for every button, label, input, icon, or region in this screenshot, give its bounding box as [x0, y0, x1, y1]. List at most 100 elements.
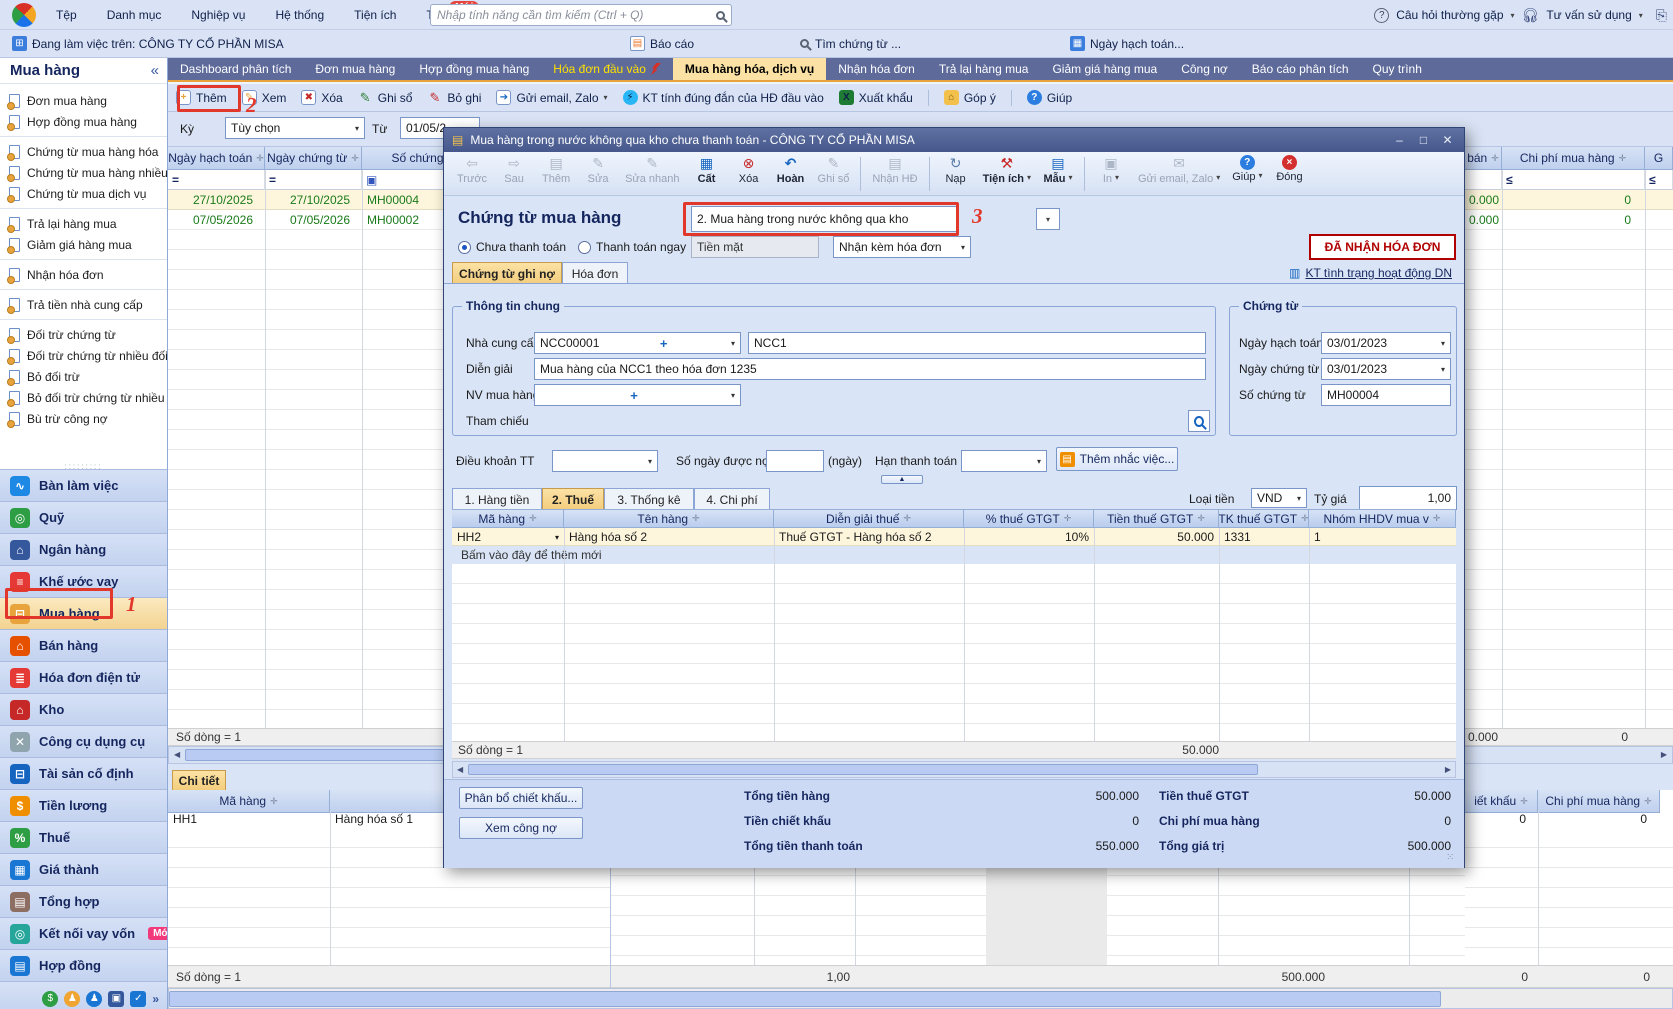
radio-chua-thanh-toan[interactable]: Chưa thanh toán [458, 240, 566, 254]
sidebar-item-hop-dong-mua-hang[interactable]: Hợp đồng mua hàng [0, 111, 167, 132]
view-debt-button[interactable]: Xem công nợ [459, 817, 583, 839]
calendar-check-icon[interactable]: ✓ [130, 991, 146, 1007]
chevron-down-icon[interactable]: ▾ [1216, 173, 1220, 185]
tab-hoa-don[interactable]: Hóa đơn [562, 262, 628, 284]
col-header-tk-thue[interactable]: TK thuế GTGT✛ [1219, 509, 1309, 528]
currency-select[interactable]: VND▾ [1251, 488, 1307, 508]
next-button[interactable]: ⇨Sau [494, 155, 534, 185]
tab-hoa-don-dau-vao[interactable]: Hóa đơn đầu vào [541, 58, 673, 80]
module-khe-uoc-vay[interactable]: ≡Khế ước vay [0, 565, 167, 597]
checkbox-filter-icon[interactable]: ▣ [366, 173, 377, 187]
add-row-hint[interactable]: Bấm vào đây để thêm mới [456, 546, 856, 564]
maximize-icon[interactable]: □ [1415, 133, 1432, 147]
module-ngan-hang[interactable]: ⌂Ngân hàng [0, 533, 167, 565]
module-kho[interactable]: ⌂Kho [0, 693, 167, 725]
delete-button[interactable]: ⊗Xóa [729, 155, 769, 185]
menu-file[interactable]: Tệp [56, 8, 77, 22]
dialog-scrollbar[interactable]: ◀ ▶ [452, 761, 1456, 778]
radio-thanh-toan-ngay[interactable]: Thanh toán ngay [578, 240, 686, 254]
col-header-tien-thue[interactable]: Tiền thuế GTGT✛ [1094, 509, 1219, 528]
help-button[interactable]: ?Giúp [1027, 90, 1072, 105]
credit-term-select[interactable]: ▾ [552, 450, 658, 472]
template-button[interactable]: ▤Mẫu▾ [1038, 155, 1078, 185]
pin-icon[interactable]: ✛ [1301, 513, 1309, 524]
chevron-down-icon[interactable]: ▾ [555, 533, 559, 542]
cell-tien-thue[interactable]: 50.000 [1094, 528, 1219, 546]
table-row[interactable]: 0.000 0 [1465, 210, 1673, 230]
send-email-button[interactable]: ✉Gửi email, Zalo▾ [1133, 155, 1225, 185]
posting-date-input[interactable]: 03/01/2023▾ [1321, 332, 1451, 354]
module-gia-thanh[interactable]: ▦Giá thành [0, 853, 167, 885]
tab-quy-trinh[interactable]: Quy trình [1361, 58, 1434, 80]
sidebar-item-chung-tu-mua-hang-hoa[interactable]: Chứng từ mua hàng hóa [0, 141, 167, 162]
module-mua-hang[interactable]: ⊟Mua hàng [0, 597, 167, 629]
supplier-name-input[interactable]: NCC1 [748, 332, 1206, 354]
undo-button[interactable]: ↶Hoàn [771, 155, 811, 185]
module-ban-hang[interactable]: ⌂Bán hàng [0, 629, 167, 661]
module-thue[interactable]: %Thuế [0, 821, 167, 853]
chevron-down-icon[interactable]: ▾ [604, 93, 608, 102]
tab-bao-cao-phan-tich[interactable]: Báo cáo phân tích [1240, 58, 1361, 80]
module-tai-san-co-dinh[interactable]: ⊟Tài sản cố định [0, 757, 167, 789]
col-header-ma-hang[interactable]: Mã hàng✛ [452, 509, 564, 528]
add-button[interactable]: ▤Thêm [536, 155, 576, 185]
tab-thue[interactable]: 2. Thuế [542, 488, 604, 510]
chevron-down-icon[interactable]: ▾ [1258, 171, 1262, 183]
col-header-purchase-cost[interactable]: Chi phí mua hàng✛ [1502, 147, 1645, 170]
chevron-down-icon[interactable]: ▾ [1027, 173, 1031, 185]
sidebar-item-doi-tru-chung-tu[interactable]: Đối trừ chứng từ [0, 324, 167, 345]
pin-icon[interactable]: ✛ [1644, 796, 1652, 807]
report-button[interactable]: ▤ Báo cáo [630, 36, 694, 51]
chevron-down-icon[interactable]: ▾ [1438, 339, 1445, 348]
pin-icon[interactable]: ✛ [692, 513, 700, 524]
tab-dashboard[interactable]: Dashboard phân tích [168, 58, 303, 80]
col-header-g[interactable]: G [1645, 147, 1673, 170]
reload-button[interactable]: ↻Nạp [936, 155, 976, 185]
scrollbar-thumb[interactable] [468, 764, 1258, 775]
utilities-button[interactable]: ⚒︎Tiện ích▾ [978, 155, 1036, 185]
filter-sell[interactable] [1465, 170, 1502, 190]
kt-status-link[interactable]: ▥KT tình trạng hoạt động DN [1289, 266, 1452, 280]
money-bag-icon[interactable]: $ [42, 991, 58, 1007]
posting-date-button[interactable]: ▦ Ngày hạch toán... [1070, 36, 1184, 51]
module-tien-luong[interactable]: $Tiền lương [0, 789, 167, 821]
check-invoice-button[interactable]: ⚡︎KT tính đúng đắn của HĐ đầu vào [623, 90, 824, 105]
col-header-nhom-hhdv[interactable]: Nhóm HHDV mua v✛ [1309, 509, 1456, 528]
scroll-left-icon[interactable]: ◀ [174, 750, 180, 759]
table-row[interactable]: 27/10/2025 27/10/2025 MH00004 [168, 190, 474, 210]
menu-system[interactable]: Hệ thống [275, 8, 324, 22]
module-hop-dong[interactable]: ▤Hợp đồng [0, 949, 167, 981]
module-hoa-don-dien-tu[interactable]: ≣Hóa đơn điện tử [0, 661, 167, 693]
col-header-doc-date[interactable]: Ngày chứng từ✛ [265, 147, 362, 170]
module-quy[interactable]: ◎Quỹ [0, 501, 167, 533]
pin-icon[interactable]: ✛ [270, 796, 278, 807]
cell-nhom-hhdv[interactable]: 1 [1309, 528, 1456, 546]
tab-hop-dong-mua-hang[interactable]: Hợp đồng mua hàng [407, 58, 541, 80]
post-button[interactable]: ✎Ghi sổ [813, 155, 855, 185]
receive-invoice-button[interactable]: ▤Nhận HĐ [867, 155, 922, 185]
add-reminder-button[interactable]: ▤Thêm nhắc việc... [1056, 447, 1178, 471]
pin-icon[interactable]: ✛ [351, 153, 359, 164]
description-input[interactable]: Mua hàng của NCC1 theo hóa đơn 1235 [534, 358, 1206, 380]
close-dialog-button[interactable]: ×Đóng [1269, 155, 1309, 183]
chevron-down-icon[interactable]: ▾ [728, 391, 735, 400]
scrollbar-thumb[interactable] [169, 991, 1441, 1007]
filter-posting-date[interactable]: = [168, 170, 265, 190]
post-button[interactable]: ✎Ghi sổ [358, 90, 413, 105]
sidebar-item-tra-lai-hang-mua[interactable]: Trả lại hàng mua [0, 213, 167, 234]
help-button[interactable]: ?Giúp▾ [1227, 155, 1267, 183]
tab-chi-tiet[interactable]: Chi tiết [172, 770, 226, 790]
rate-input[interactable]: 1,00 [1359, 486, 1457, 510]
col-header-posting-date[interactable]: Ngày hạch toán✛ [168, 147, 265, 170]
sidebar-item-chung-tu-mua-hang-nhieu[interactable]: Chứng từ mua hàng nhiều h... [0, 162, 167, 183]
search-icon[interactable] [716, 11, 725, 20]
faq-menu[interactable]: Câu hỏi thường gặp [1396, 8, 1503, 22]
export-button[interactable]: XXuất khẩu [839, 90, 913, 105]
pin-icon[interactable]: ✛ [1520, 796, 1528, 807]
support-menu[interactable]: Tư vấn sử dụng [1546, 8, 1631, 22]
dialog-title-bar[interactable]: ▤ Mua hàng trong nước không qua kho chưa… [444, 128, 1464, 152]
pin-icon[interactable]: ✛ [1197, 513, 1205, 524]
pin-icon[interactable]: ✛ [256, 153, 264, 164]
scroll-right-icon[interactable]: ▶ [1445, 765, 1451, 774]
col-header-sell[interactable]: bán✛ [1465, 147, 1502, 170]
